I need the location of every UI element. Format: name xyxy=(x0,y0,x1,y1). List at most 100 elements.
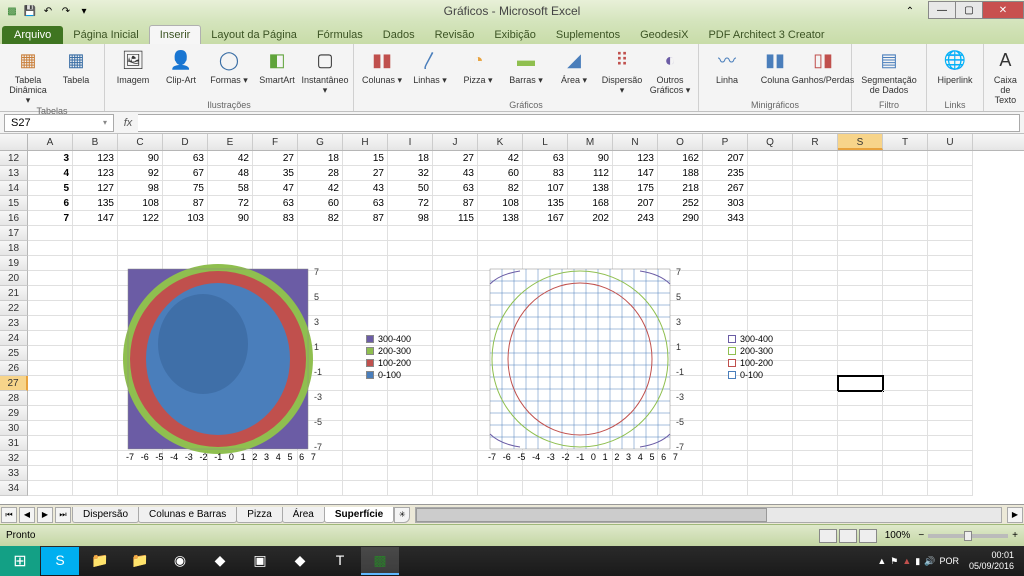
tab-geodesix[interactable]: GeodesiX xyxy=(630,26,698,44)
cell[interactable] xyxy=(28,316,73,331)
column-header[interactable]: J xyxy=(433,134,478,150)
cell[interactable] xyxy=(163,241,208,256)
cell[interactable] xyxy=(478,466,523,481)
cell[interactable] xyxy=(928,256,973,271)
cell[interactable] xyxy=(928,466,973,481)
cell[interactable]: 167 xyxy=(523,211,568,226)
cell[interactable] xyxy=(28,346,73,361)
row-header[interactable]: 29 xyxy=(0,406,28,421)
column-header[interactable]: G xyxy=(298,134,343,150)
column-header[interactable]: N xyxy=(613,134,658,150)
zoom-slider[interactable] xyxy=(928,534,1008,538)
horizontal-scrollbar[interactable] xyxy=(415,507,1002,523)
tab-formulas[interactable]: Fórmulas xyxy=(307,26,373,44)
cell[interactable]: 60 xyxy=(298,196,343,211)
cell[interactable] xyxy=(883,376,928,391)
column-header[interactable]: K xyxy=(478,134,523,150)
clipart-button[interactable]: 👤Clip-Art xyxy=(159,46,203,85)
cell[interactable]: 6 xyxy=(28,196,73,211)
tab-file[interactable]: Arquivo xyxy=(2,26,63,44)
cell[interactable] xyxy=(28,226,73,241)
cell[interactable]: 115 xyxy=(433,211,478,226)
pivot-table-button[interactable]: ▦Tabela Dinâmica ▾ xyxy=(6,46,50,106)
cell[interactable] xyxy=(928,481,973,496)
cell[interactable] xyxy=(838,301,883,316)
cell[interactable] xyxy=(838,406,883,421)
cell[interactable]: 63 xyxy=(343,196,388,211)
cell[interactable]: 218 xyxy=(658,181,703,196)
area-chart-button[interactable]: ◢Área ▾ xyxy=(552,46,596,86)
cell[interactable] xyxy=(478,241,523,256)
cell[interactable] xyxy=(838,361,883,376)
sheet-tab-active[interactable]: Superfície xyxy=(324,507,394,523)
cell[interactable] xyxy=(838,421,883,436)
tab-insert[interactable]: Inserir xyxy=(149,25,202,44)
cell[interactable] xyxy=(28,361,73,376)
cell[interactable]: 267 xyxy=(703,181,748,196)
cell[interactable] xyxy=(118,226,163,241)
cell[interactable] xyxy=(433,241,478,256)
cell[interactable]: 28 xyxy=(298,166,343,181)
cell[interactable] xyxy=(793,466,838,481)
row-header[interactable]: 21 xyxy=(0,286,28,301)
bar-chart-button[interactable]: ▬Barras ▾ xyxy=(504,46,548,86)
row-header[interactable]: 23 xyxy=(0,316,28,331)
cell[interactable] xyxy=(838,346,883,361)
cell[interactable] xyxy=(28,256,73,271)
tab-review[interactable]: Revisão xyxy=(425,26,485,44)
sheet-tab[interactable]: Colunas e Barras xyxy=(138,507,237,523)
cell[interactable] xyxy=(883,151,928,166)
tray-network-icon[interactable]: ▮ xyxy=(915,556,920,567)
cell[interactable] xyxy=(838,226,883,241)
cell[interactable]: 138 xyxy=(568,181,613,196)
textbox-button[interactable]: ACaixa de Texto xyxy=(990,46,1021,105)
cell[interactable] xyxy=(658,481,703,496)
taskbar-explorer-icon[interactable]: 📁 xyxy=(81,547,119,575)
cell[interactable] xyxy=(118,481,163,496)
column-header[interactable]: A xyxy=(28,134,73,150)
hyperlink-button[interactable]: 🌐Hiperlink xyxy=(933,46,977,85)
qat-menu-icon[interactable]: ▾ xyxy=(76,3,92,19)
cell[interactable]: 103 xyxy=(163,211,208,226)
cell[interactable] xyxy=(73,241,118,256)
cell[interactable] xyxy=(568,241,613,256)
cell[interactable] xyxy=(748,166,793,181)
cell[interactable]: 207 xyxy=(613,196,658,211)
ribbon-minimize-icon[interactable]: ⌃ xyxy=(896,2,924,20)
cell[interactable] xyxy=(28,391,73,406)
sheet-tab[interactable]: Área xyxy=(282,507,325,523)
cell[interactable] xyxy=(793,211,838,226)
cell[interactable]: 135 xyxy=(523,196,568,211)
cell[interactable] xyxy=(748,211,793,226)
column-header[interactable]: L xyxy=(523,134,568,150)
chart-surface-wireframe[interactable]: 7 5 3 1 -1 -3 -5 -7 -7-6-5-4-3-2-1012345… xyxy=(470,264,800,464)
column-header[interactable]: E xyxy=(208,134,253,150)
cell[interactable] xyxy=(838,466,883,481)
taskbar-explorer2-icon[interactable]: 📁 xyxy=(121,547,159,575)
cell[interactable] xyxy=(883,466,928,481)
sparkline-column-button[interactable]: ▮▮Coluna xyxy=(753,46,797,85)
cell[interactable] xyxy=(883,181,928,196)
cell[interactable] xyxy=(613,226,658,241)
scroll-right[interactable]: ▶ xyxy=(1007,507,1023,523)
cell[interactable]: 123 xyxy=(73,151,118,166)
name-box[interactable]: S27▾ xyxy=(4,114,114,132)
row-header[interactable]: 26 xyxy=(0,361,28,376)
cell[interactable]: 63 xyxy=(253,196,298,211)
row-header[interactable]: 15 xyxy=(0,196,28,211)
cell[interactable] xyxy=(28,466,73,481)
cell[interactable]: 87 xyxy=(163,196,208,211)
tray-flag-icon[interactable]: ⚑ xyxy=(890,556,898,567)
cell[interactable] xyxy=(748,151,793,166)
taskbar-inkscape-icon[interactable]: ◆ xyxy=(281,547,319,575)
cell[interactable] xyxy=(928,406,973,421)
scatter-chart-button[interactable]: ⠿Dispersão ▾ xyxy=(600,46,644,96)
cell[interactable]: 108 xyxy=(478,196,523,211)
row-header[interactable]: 22 xyxy=(0,301,28,316)
cell[interactable] xyxy=(883,451,928,466)
cell[interactable]: 123 xyxy=(73,166,118,181)
cell[interactable] xyxy=(928,196,973,211)
cell[interactable] xyxy=(838,391,883,406)
taskbar-vbox-icon[interactable]: ▣ xyxy=(241,547,279,575)
cell[interactable] xyxy=(838,316,883,331)
